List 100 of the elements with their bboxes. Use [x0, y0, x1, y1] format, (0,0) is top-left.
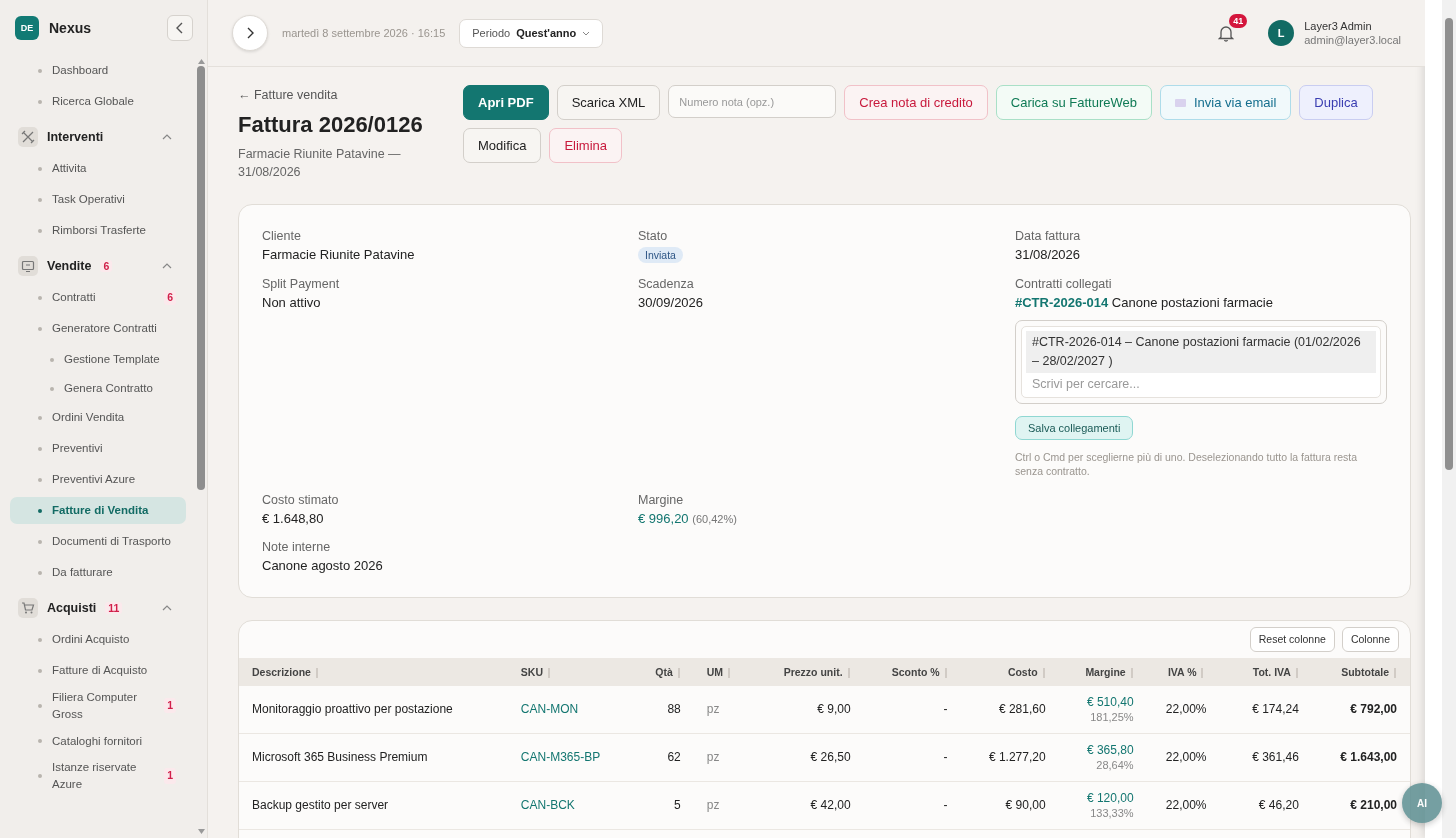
- nav-item[interactable]: Genera Contratto: [10, 375, 186, 402]
- column-header[interactable]: Qtà: [632, 657, 694, 686]
- nav-item[interactable]: Contratti 6: [10, 284, 186, 311]
- nav-item[interactable]: Cataloghi fornitori: [10, 727, 186, 755]
- nav-item[interactable]: Documenti di Trasporto: [10, 528, 186, 555]
- nav-item[interactable]: Task Operativi: [10, 186, 186, 213]
- table-cell: pz: [706, 750, 720, 765]
- table-cell: 22,00%: [1165, 750, 1207, 765]
- nav-item[interactable]: Attivita: [10, 155, 186, 182]
- column-header[interactable]: IVA %: [1146, 657, 1226, 686]
- bell-icon: [1218, 24, 1235, 42]
- action-button[interactable]: Duplica: [1299, 85, 1373, 120]
- sort-icon: [676, 668, 681, 678]
- action-button[interactable]: Invia via email: [1160, 85, 1292, 120]
- table-cell: Monitoraggio proattivo per postazione: [252, 702, 453, 717]
- nav-item[interactable]: Filiera Computer Gross 1: [10, 688, 186, 724]
- table-cell: -: [943, 750, 948, 765]
- field-value: 31/08/2026: [1015, 247, 1082, 262]
- action-button[interactable]: Elimina: [549, 128, 623, 163]
- sort-icon: [1041, 668, 1046, 678]
- tools-icon: [18, 127, 38, 147]
- nav-item[interactable]: Gestione Template: [10, 346, 186, 373]
- column-header[interactable]: Descrizione: [239, 657, 508, 686]
- notification-badge: 41: [1229, 14, 1248, 28]
- column-header[interactable]: Subtotale: [1311, 657, 1410, 686]
- table-cell: € 281,60: [998, 702, 1046, 717]
- count-badge: 1: [164, 768, 176, 784]
- nav-item[interactable]: Istanze riservate Azure 1: [10, 758, 186, 794]
- field-value: € 1.648,80: [262, 510, 325, 526]
- column-header[interactable]: Prezzo unit.: [753, 657, 864, 686]
- column-header[interactable]: UM: [693, 657, 754, 686]
- contract-select[interactable]: #CTR-2026-014 – Canone postazioni farmacie (01/02/2026 – 28/02/2027 ) Scrivi per cercare...: [1015, 320, 1387, 404]
- sku-link[interactable]: CAN-BCK: [520, 798, 575, 813]
- scroll-down-icon[interactable]: [197, 829, 205, 834]
- contract-listbox[interactable]: #CTR-2026-014 – Canone postazioni farmacie (01/02/2026 – 28/02/2027 ) Scrivi per cercare...: [1021, 326, 1381, 398]
- column-header[interactable]: Tot. IVA: [1225, 657, 1312, 686]
- action-button[interactable]: Scarica XML: [556, 85, 661, 120]
- field-label: Scadenza: [638, 277, 695, 291]
- table-cell: 62: [667, 750, 681, 765]
- bullet-icon: [38, 326, 42, 331]
- page-subtitle: Farmacie Riunite Patavine — 31/08/2026: [238, 146, 402, 181]
- column-header[interactable]: Sconto %: [863, 657, 961, 686]
- sku-link[interactable]: CAN-M365-BP: [520, 750, 601, 765]
- contract-name: Canone postazioni farmacie: [1111, 295, 1273, 310]
- user-avatar[interactable]: L: [1268, 20, 1295, 46]
- nav-item[interactable]: Dashboard: [10, 57, 186, 84]
- columns-button[interactable]: Colonne: [1341, 626, 1399, 652]
- nav-section[interactable]: Acquisti 11: [10, 594, 186, 622]
- cart-icon: [18, 598, 38, 618]
- scroll-up-icon[interactable]: [197, 59, 205, 64]
- period-dropdown[interactable]: Periodo Quest'anno: [459, 18, 604, 48]
- nav-section[interactable]: Interventi: [10, 123, 186, 151]
- action-button[interactable]: Carica su FattureWeb: [995, 85, 1152, 120]
- status-badge: Inviata: [638, 247, 683, 263]
- sku-link[interactable]: CAN-MON: [520, 702, 579, 717]
- nav-item[interactable]: Ricerca Globale: [10, 88, 186, 115]
- contract-link[interactable]: #CTR-2026-014: [1015, 295, 1109, 310]
- field-label: Contratti collegati: [1015, 277, 1113, 291]
- nav-item[interactable]: Fatture di Vendita: [10, 497, 186, 524]
- note-number-field[interactable]: Numero nota (opz.): [668, 85, 837, 118]
- column-header[interactable]: Costo: [960, 657, 1059, 686]
- nav-item[interactable]: Ordini Acquisto: [10, 626, 186, 653]
- reset-columns-button[interactable]: Reset colonne: [1249, 626, 1335, 652]
- action-button[interactable]: Apri PDF: [463, 85, 549, 120]
- save-links-button[interactable]: Salva collegamenti: [1015, 415, 1134, 440]
- column-header[interactable]: Margine: [1058, 657, 1147, 686]
- table-cell: € 42,00: [810, 798, 851, 813]
- field-label: Data fattura: [1015, 229, 1082, 243]
- action-button[interactable]: Crea nota di credito: [844, 85, 988, 120]
- field-label: Stato: [638, 229, 669, 243]
- bullet-icon: [38, 774, 42, 778]
- sort-icon: [1294, 668, 1299, 678]
- chevron-icon: [162, 605, 172, 611]
- table-cell: pz: [706, 798, 720, 813]
- nav-item[interactable]: Preventivi: [10, 435, 186, 462]
- field-label: Note interne: [262, 539, 332, 554]
- bullet-icon: [38, 228, 42, 233]
- nav-item[interactable]: Preventivi Azure: [10, 466, 186, 493]
- search-field[interactable]: Scrivi per cercare...: [1026, 372, 1338, 395]
- field-value: Canone agosto 2026: [262, 557, 384, 573]
- column-header[interactable]: SKU: [507, 657, 633, 686]
- nav-item[interactable]: Generatore Contratti: [10, 315, 186, 342]
- table-cell: Backup gestito per server: [252, 798, 389, 813]
- table-cell: € 174,24: [1252, 702, 1299, 717]
- back-link[interactable]: ← Fatture vendita: [238, 88, 449, 102]
- nav-item[interactable]: Rimborsi Trasferte: [10, 217, 186, 244]
- bullet-icon: [38, 637, 42, 642]
- caret-icon: [582, 30, 591, 36]
- expand-button[interactable]: [232, 15, 268, 51]
- table-cell: € 1.277,20: [988, 750, 1046, 765]
- contract-option[interactable]: #CTR-2026-014 – Canone postazioni farmacie (01/02/2026 – 28/02/2027 ): [1026, 331, 1376, 373]
- nav-item[interactable]: Ordini Vendita: [10, 404, 186, 431]
- scrollbar[interactable]: [1442, 0, 1456, 838]
- collapse-sidebar-button[interactable]: [167, 14, 193, 41]
- table-cell: € 46,20: [1258, 798, 1299, 813]
- nav-section[interactable]: Vendite 6: [10, 252, 186, 280]
- nav-item[interactable]: Fatture di Acquisto: [10, 657, 186, 684]
- nav-item[interactable]: Da fatturare: [10, 559, 186, 586]
- table-cell: pz: [706, 702, 720, 717]
- action-button[interactable]: Modifica: [463, 128, 542, 163]
